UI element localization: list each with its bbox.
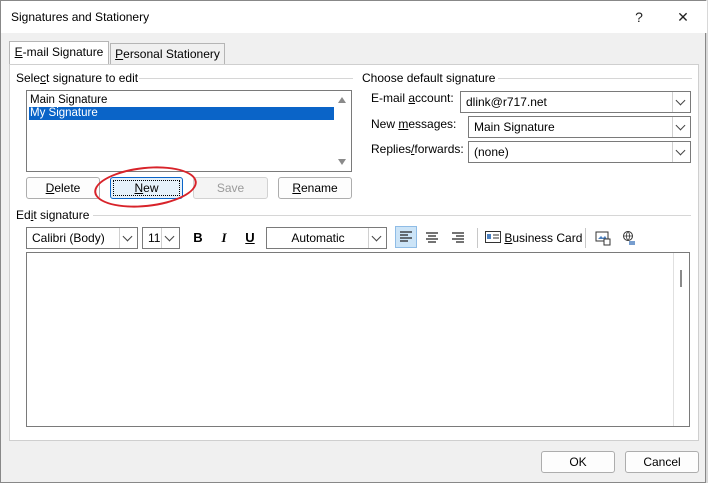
underline-button[interactable]: U [239, 227, 261, 249]
title-bar: Signatures and Stationery ? ✕ [1, 1, 707, 33]
editor-scrollbar[interactable] [673, 253, 689, 426]
email-account-select[interactable]: dlink@r717.net [460, 91, 691, 113]
align-left-icon[interactable] [395, 226, 417, 248]
chevron-down-icon [371, 231, 382, 242]
ok-button[interactable]: OK [541, 451, 615, 473]
font-color-select[interactable]: Automatic [266, 227, 387, 249]
font-select[interactable]: Calibri (Body) [26, 227, 138, 249]
toolbar-separator [585, 228, 586, 248]
font-size-select[interactable]: 11 [142, 227, 180, 249]
delete-button[interactable]: Delete [26, 177, 100, 199]
hyperlink-icon[interactable] [618, 227, 640, 249]
chevron-down-icon [675, 145, 686, 156]
chevron-down-icon [164, 231, 175, 242]
group-divider [498, 78, 692, 79]
tab-personal-stationery[interactable]: Personal Stationery [110, 43, 225, 65]
save-button[interactable]: Save [193, 177, 268, 199]
signature-editor[interactable] [26, 252, 690, 427]
business-card-button[interactable]: Business Card [485, 227, 582, 249]
signatures-dialog: Signatures and Stationery ? ✕ E-mail Sig… [0, 0, 707, 483]
list-scrollbar[interactable] [334, 92, 350, 170]
help-icon[interactable]: ? [625, 7, 653, 27]
group-divider [93, 215, 691, 216]
cancel-button[interactable]: Cancel [625, 451, 699, 473]
scroll-down-icon[interactable] [338, 159, 346, 165]
insert-picture-icon[interactable] [592, 227, 614, 249]
replies-forwards-label: Replies/forwards: [371, 142, 464, 156]
align-right-icon[interactable] [447, 227, 469, 249]
list-item[interactable]: Main Signature [29, 94, 107, 107]
default-signature-label: Choose default signature [362, 71, 496, 85]
window-title: Signatures and Stationery [11, 10, 150, 24]
edit-signature-label: Edit signature [16, 208, 90, 222]
signature-list[interactable]: Main Signature My Signature [26, 90, 352, 172]
rename-button[interactable]: Rename [278, 177, 352, 199]
bold-button[interactable]: B [187, 227, 209, 249]
chevron-down-icon [675, 120, 686, 131]
new-messages-label: New messages: [371, 117, 457, 131]
align-center-icon[interactable] [421, 227, 443, 249]
italic-button[interactable]: I [213, 227, 235, 249]
scrollbar-thumb[interactable] [680, 270, 682, 287]
list-item[interactable]: My Signature [29, 107, 334, 120]
chevron-down-icon [675, 95, 686, 106]
tab-email-signature[interactable]: E-mail Signature [9, 41, 109, 65]
scroll-up-icon[interactable] [338, 97, 346, 103]
group-divider [139, 78, 353, 79]
replies-forwards-select[interactable]: (none) [468, 141, 691, 163]
email-account-label: E-mail account: [371, 91, 454, 105]
business-card-icon [485, 231, 501, 243]
toolbar-separator [477, 228, 478, 248]
new-messages-select[interactable]: Main Signature [468, 116, 691, 138]
select-signature-label: Select signature to edit [16, 71, 139, 85]
chevron-down-icon [122, 231, 133, 242]
close-icon[interactable]: ✕ [669, 7, 697, 27]
